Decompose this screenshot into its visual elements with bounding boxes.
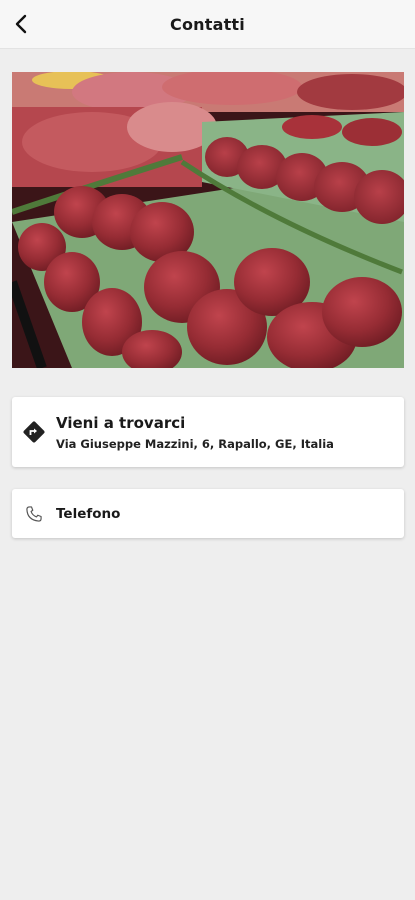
app-bar: Contatti [0,0,415,49]
back-button[interactable] [4,6,40,42]
phone-card[interactable]: Telefono [12,489,404,538]
address-text: Via Giuseppe Mazzini, 6, Rapallo, GE, It… [56,436,334,451]
directions-icon [12,420,56,444]
address-title: Vieni a trovarci [56,413,186,432]
phone-icon [12,504,56,524]
phone-label: Telefono [56,505,121,522]
page-title: Contatti [170,14,245,34]
hero-image [12,72,404,368]
address-card[interactable]: Vieni a trovarci Via Giuseppe Mazzini, 6… [12,397,404,467]
chevron-left-icon [15,14,27,34]
